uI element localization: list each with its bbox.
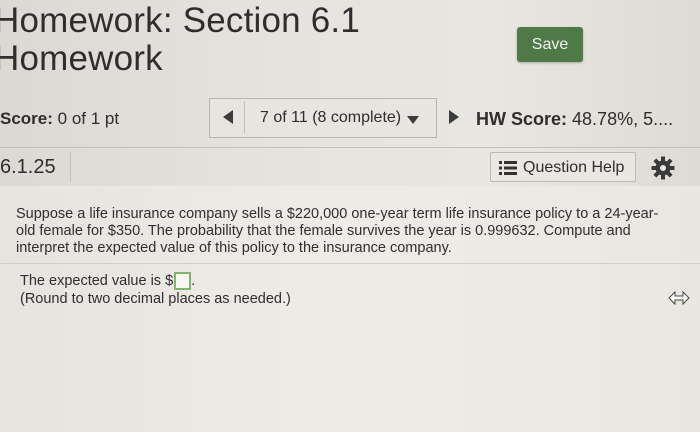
triangle-down-icon[interactable] <box>407 116 419 124</box>
double-arrow-icon[interactable] <box>668 291 690 305</box>
previous-question-icon[interactable] <box>223 110 233 124</box>
page-title: Homework: Section 6.1 Homework <box>0 2 360 78</box>
hw-score-display: HW Score: 48.78%, 5.... <box>476 109 673 130</box>
question-help-label: Question Help <box>523 159 625 176</box>
answer-suffix: . <box>191 273 196 289</box>
answer-prefix: The expected value is $ <box>20 273 174 289</box>
answer-row: The expected value is $. <box>20 272 195 290</box>
save-button[interactable]: Save <box>517 27 583 62</box>
score-label: Score: <box>0 109 53 128</box>
question-divider <box>0 263 700 264</box>
hw-score-value: 48.78%, 5.... <box>572 109 674 129</box>
page-title-line1: Homework: Section 6.1 <box>0 1 361 40</box>
rounding-instruction: (Round to two decimal places as needed.) <box>20 291 291 307</box>
list-icon <box>499 161 517 175</box>
page-title-line2: Homework <box>0 39 163 78</box>
question-help-button[interactable]: Question Help <box>490 152 636 182</box>
question-progress-dropdown[interactable]: 7 of 11 (8 complete) <box>260 109 401 127</box>
nav-divider <box>244 101 245 133</box>
score-display: Score: 0 of 1 pt <box>0 109 119 129</box>
question-text: Suppose a life insurance company sells a… <box>16 206 659 256</box>
score-value: 0 of 1 pt <box>57 109 120 128</box>
hw-score-label: HW Score: <box>476 109 568 129</box>
homework-page: Homework: Section 6.1 Homework Save Scor… <box>0 0 700 432</box>
next-question-icon[interactable] <box>449 110 459 124</box>
expected-value-input[interactable] <box>174 272 192 290</box>
header-divider <box>0 147 700 148</box>
gear-icon[interactable] <box>651 156 675 180</box>
question-number: 6.1.25 <box>0 152 71 182</box>
